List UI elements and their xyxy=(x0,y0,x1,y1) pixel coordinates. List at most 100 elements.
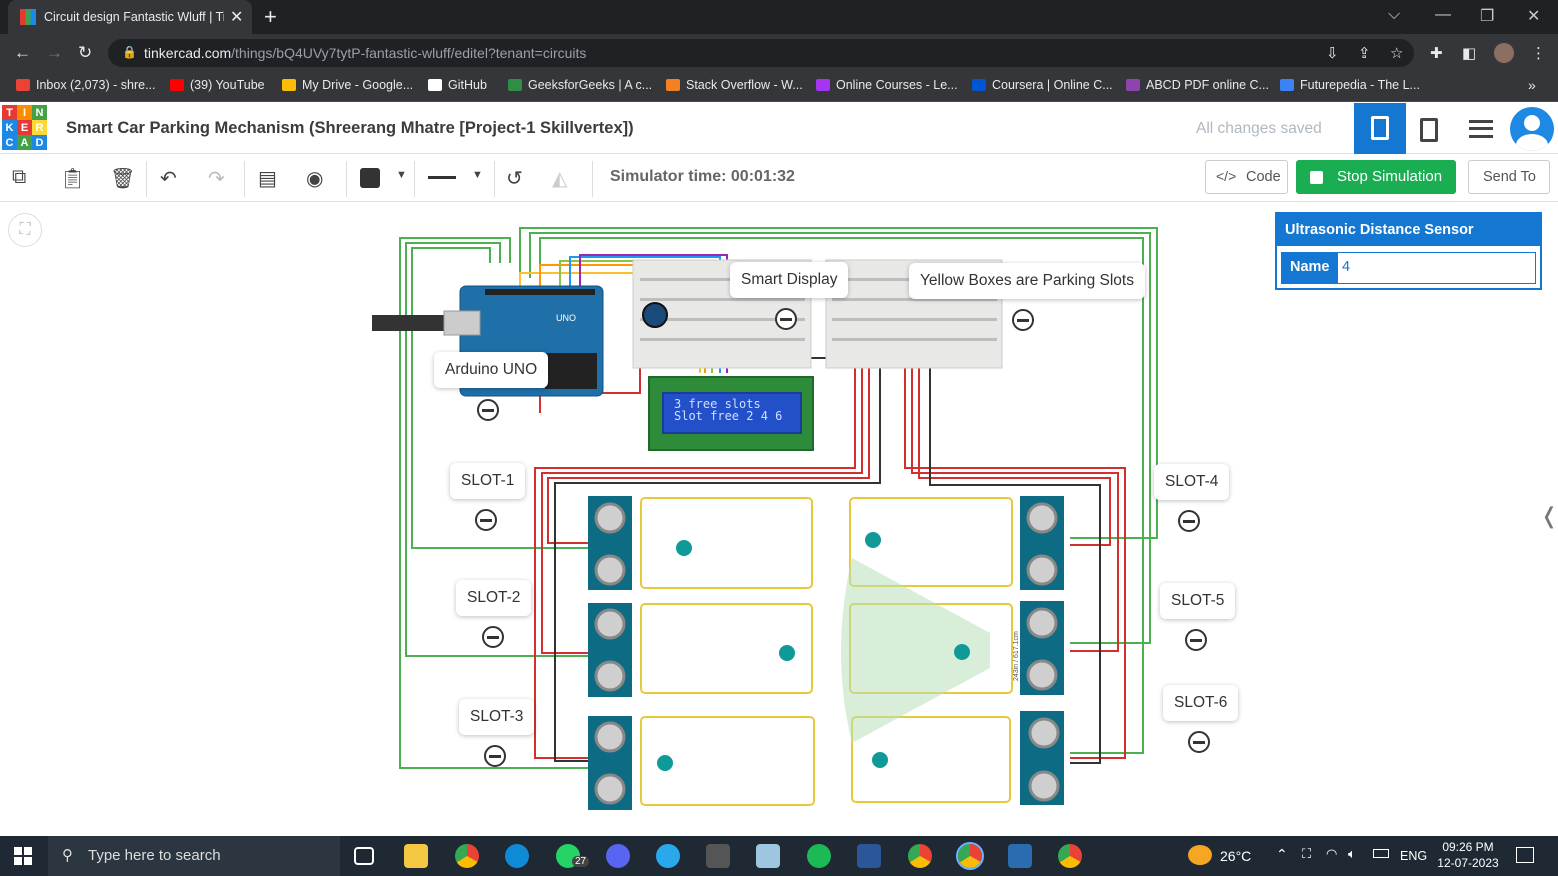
collapse-panel-icon[interactable]: ❬ xyxy=(1540,503,1558,529)
reload-icon[interactable]: ↻ xyxy=(78,43,92,63)
tab-search-chevron-icon[interactable]: ⌵ xyxy=(1388,6,1400,24)
notes-visibility-icon[interactable]: ◉ xyxy=(306,166,323,191)
windows-start-icon[interactable] xyxy=(14,847,32,865)
weather-temp[interactable]: 26°C xyxy=(1220,848,1251,864)
code-button[interactable]: </> Code xyxy=(1205,160,1288,194)
circuit-view-button[interactable] xyxy=(1354,103,1406,154)
note-arduino-uno[interactable]: Arduino UNO xyxy=(434,352,549,388)
chrome-active-icon[interactable] xyxy=(956,842,984,870)
name-field[interactable]: Name 4 xyxy=(1281,252,1536,284)
tinkercad-logo[interactable]: TINKERCAD xyxy=(2,105,47,151)
collapse-note-icon[interactable] xyxy=(1185,629,1207,651)
bookmark-item[interactable]: ABCD PDF online C... xyxy=(1126,78,1269,92)
note-smart-display[interactable]: Smart Display xyxy=(730,262,849,298)
note-slot-6[interactable]: SLOT-6 xyxy=(1163,685,1239,721)
photos-icon[interactable] xyxy=(1008,844,1032,868)
telegram-icon[interactable] xyxy=(656,844,680,868)
back-icon[interactable]: ← xyxy=(14,43,31,63)
forward-icon[interactable]: → xyxy=(46,43,63,63)
bookmark-star-icon[interactable]: ☆ xyxy=(1390,44,1403,62)
battery-icon[interactable] xyxy=(1373,849,1389,858)
file-explorer-icon[interactable] xyxy=(404,844,428,868)
bookmark-item[interactable]: Stack Overflow - W... xyxy=(666,78,803,92)
side-panel-icon[interactable]: ◧ xyxy=(1462,44,1476,62)
collapse-note-icon[interactable] xyxy=(1178,510,1200,532)
component-list-icon[interactable] xyxy=(1469,118,1493,138)
bookmark-item[interactable]: Inbox (2,073) - shre... xyxy=(16,78,156,92)
language-indicator[interactable]: ENG xyxy=(1400,849,1427,863)
copy-icon[interactable]: ⧉ xyxy=(12,166,26,189)
undo-icon[interactable]: ↶ xyxy=(160,166,177,191)
note-icon[interactable]: ▤ xyxy=(258,166,277,191)
clock[interactable]: 09:26 PM 12-07-2023 xyxy=(1436,839,1500,871)
tray-chevron-icon[interactable]: ⌃ xyxy=(1276,846,1288,863)
notifications-icon[interactable] xyxy=(1516,847,1534,863)
user-avatar[interactable] xyxy=(1510,107,1554,151)
chevron-down-icon[interactable]: ▼ xyxy=(396,169,407,181)
notepad-icon[interactable] xyxy=(756,844,780,868)
rotate-icon[interactable]: ↺ xyxy=(506,166,523,191)
bookmark-item[interactable]: GitHub xyxy=(428,78,487,92)
bookmark-item[interactable]: Coursera | Online C... xyxy=(972,78,1113,92)
circuit-canvas[interactable]: ⛶ 243in / 617.1cm UNO 3 free slots Slot … xyxy=(0,203,1558,836)
volume-icon[interactable]: 🔈︎ xyxy=(1348,846,1356,862)
lcd-display[interactable]: 3 free slots Slot free 2 4 6 xyxy=(648,376,814,451)
browser-tab[interactable]: Circuit design Fantastic Wluff | Ti ✕ xyxy=(8,0,252,34)
collapse-note-icon[interactable] xyxy=(775,308,797,330)
stop-simulation-button[interactable]: Stop Simulation xyxy=(1296,160,1456,194)
collapse-note-icon[interactable] xyxy=(1188,731,1210,753)
paste-icon[interactable]: 📋︎ xyxy=(60,166,85,191)
bookmark-item[interactable]: GeeksforGeeks | A c... xyxy=(508,78,652,92)
close-window-icon[interactable]: ✕ xyxy=(1527,6,1540,26)
bookmark-item[interactable]: My Drive - Google... xyxy=(282,78,413,92)
spotify-icon[interactable] xyxy=(807,844,831,868)
bookmark-item[interactable]: Online Courses - Le... xyxy=(816,78,958,92)
send-to-button[interactable]: Send To xyxy=(1468,160,1550,194)
collapse-note-icon[interactable] xyxy=(477,399,499,421)
battery-saver-icon[interactable]: ⛶ xyxy=(1302,846,1311,862)
task-view-icon[interactable] xyxy=(354,847,374,865)
discord-icon[interactable] xyxy=(606,844,630,868)
bookmark-item[interactable]: Futurepedia - The L... xyxy=(1280,78,1420,92)
restore-icon[interactable]: ❐ xyxy=(1480,6,1494,26)
edge-icon[interactable] xyxy=(505,844,529,868)
wifi-icon[interactable]: ◠ xyxy=(1326,846,1337,862)
chevron-down-icon[interactable]: ▼ xyxy=(472,169,483,181)
collapse-note-icon[interactable] xyxy=(484,745,506,767)
flip-icon[interactable]: ◭ xyxy=(552,166,567,191)
note-parking-slots[interactable]: Yellow Boxes are Parking Slots xyxy=(909,263,1145,299)
note-slot-3[interactable]: SLOT-3 xyxy=(459,699,535,735)
minimize-icon[interactable]: — xyxy=(1435,6,1451,24)
taskbar-search-input[interactable]: ⚲ Type here to search xyxy=(48,836,340,876)
chrome-profile-icon[interactable] xyxy=(908,844,932,868)
note-slot-5[interactable]: SLOT-5 xyxy=(1160,583,1236,619)
note-slot-4[interactable]: SLOT-4 xyxy=(1154,464,1230,500)
extensions-icon[interactable]: ✚ xyxy=(1430,44,1443,62)
close-tab-icon[interactable]: ✕ xyxy=(230,7,243,27)
project-title[interactable]: Smart Car Parking Mechanism (Shreerang M… xyxy=(66,119,634,138)
chrome-canary-icon[interactable] xyxy=(1058,844,1082,868)
word-icon[interactable] xyxy=(857,844,881,868)
url-input[interactable]: 🔒 tinkercad.com/things/bQ4UVy7tytP-fanta… xyxy=(108,39,1414,67)
share-icon[interactable]: ⇪ xyxy=(1358,44,1371,62)
schematic-view-icon[interactable] xyxy=(1420,118,1438,142)
more-bookmarks-icon[interactable]: » xyxy=(1528,77,1536,93)
name-input[interactable]: 4 xyxy=(1342,259,1350,275)
redo-icon[interactable]: ↷ xyxy=(208,166,225,191)
collapse-note-icon[interactable] xyxy=(475,509,497,531)
note-slot-2[interactable]: SLOT-2 xyxy=(456,580,532,616)
new-tab-icon[interactable]: + xyxy=(264,4,277,30)
wire-color-swatch[interactable] xyxy=(360,168,380,188)
collapse-note-icon[interactable] xyxy=(482,626,504,648)
delete-icon[interactable]: 🗑︎ xyxy=(110,166,135,191)
profile-avatar[interactable] xyxy=(1494,43,1514,63)
more-menu-icon[interactable]: ⋮ xyxy=(1531,44,1546,62)
bookmark-item[interactable]: (39) YouTube xyxy=(170,78,265,92)
unity-icon[interactable] xyxy=(706,844,730,868)
wire-type-icon[interactable] xyxy=(428,176,456,179)
weather-icon[interactable] xyxy=(1188,845,1212,865)
collapse-note-icon[interactable] xyxy=(1012,309,1034,331)
install-icon[interactable]: ⇩ xyxy=(1326,44,1339,62)
note-slot-1[interactable]: SLOT-1 xyxy=(450,463,526,499)
chrome-icon[interactable] xyxy=(455,844,479,868)
